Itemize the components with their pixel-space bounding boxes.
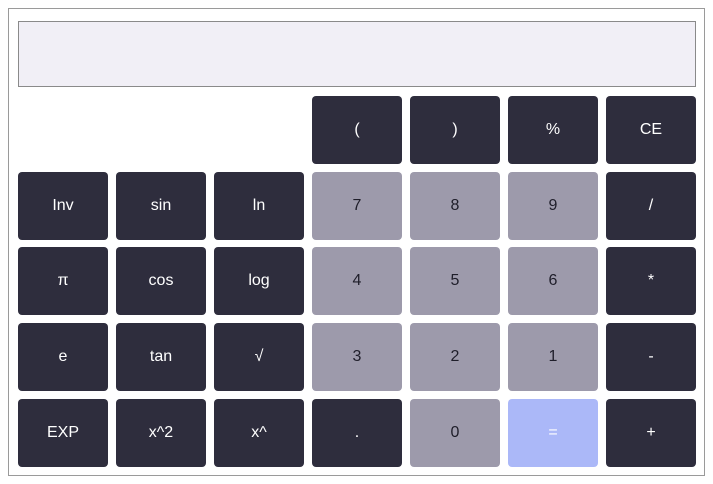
pi-button[interactable]: π — [18, 247, 108, 315]
log-button[interactable]: log — [214, 247, 304, 315]
digit-6-button[interactable]: 6 — [508, 247, 598, 315]
digit-8-button[interactable]: 8 — [410, 172, 500, 240]
equals-button[interactable]: = — [508, 399, 598, 467]
euler-button[interactable]: e — [18, 323, 108, 391]
exp-button[interactable]: EXP — [18, 399, 108, 467]
digit-3-button[interactable]: 3 — [312, 323, 402, 391]
digit-9-button[interactable]: 9 — [508, 172, 598, 240]
ln-button[interactable]: ln — [214, 172, 304, 240]
cos-button[interactable]: cos — [116, 247, 206, 315]
digit-0-button[interactable]: 0 — [410, 399, 500, 467]
sin-button[interactable]: sin — [116, 172, 206, 240]
sqrt-button[interactable]: √ — [214, 323, 304, 391]
minus-button[interactable]: - — [606, 323, 696, 391]
divide-button[interactable]: / — [606, 172, 696, 240]
plus-button[interactable]: + — [606, 399, 696, 467]
calculator-display[interactable] — [18, 21, 696, 87]
multiply-button[interactable]: * — [606, 247, 696, 315]
clear-entry-button[interactable]: CE — [606, 96, 696, 164]
open-paren-button[interactable]: ( — [312, 96, 402, 164]
decimal-button[interactable]: . — [312, 399, 402, 467]
square-button[interactable]: x^2 — [116, 399, 206, 467]
digit-7-button[interactable]: 7 — [312, 172, 402, 240]
percent-button[interactable]: % — [508, 96, 598, 164]
inv-button[interactable]: Inv — [18, 172, 108, 240]
digit-2-button[interactable]: 2 — [410, 323, 500, 391]
digit-4-button[interactable]: 4 — [312, 247, 402, 315]
digit-1-button[interactable]: 1 — [508, 323, 598, 391]
close-paren-button[interactable]: ) — [410, 96, 500, 164]
power-button[interactable]: x^ — [214, 399, 304, 467]
tan-button[interactable]: tan — [116, 323, 206, 391]
digit-5-button[interactable]: 5 — [410, 247, 500, 315]
